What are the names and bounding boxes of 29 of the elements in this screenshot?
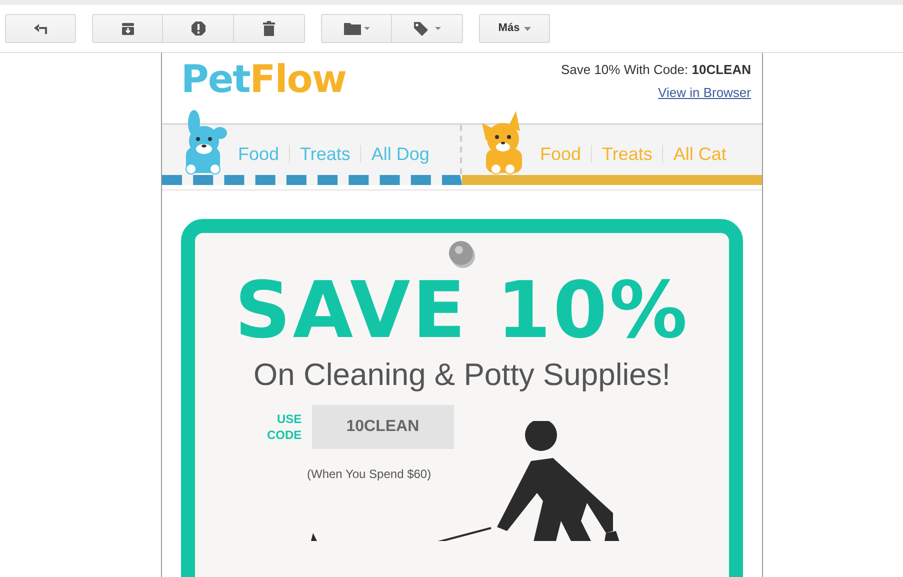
back-button[interactable] [5, 14, 76, 43]
nav-link[interactable]: Food [238, 140, 280, 168]
folder-icon [344, 22, 370, 35]
archive-box-icon [120, 22, 134, 36]
delete-button[interactable] [234, 14, 305, 43]
tag-icon [413, 21, 441, 36]
nav-link[interactable]: All Dog [371, 140, 430, 168]
caret-icon [524, 26, 531, 30]
promo-code-text: Save 10% With Code: 10CLEAN [560, 61, 751, 79]
promo-code: 10CLEAN [312, 405, 454, 449]
archive-button[interactable] [92, 14, 163, 43]
labels-button[interactable] [392, 14, 463, 43]
move-to-button[interactable] [321, 14, 392, 43]
view-in-browser-link[interactable]: View in Browser [658, 82, 751, 102]
nav-link[interactable]: All Cat [673, 140, 726, 168]
report-spam-button[interactable] [163, 14, 234, 43]
more-button[interactable]: Más [479, 14, 550, 43]
nav-link[interactable]: Treats [602, 140, 652, 168]
nav-link[interactable]: Food [540, 140, 582, 168]
pin-icon [447, 239, 477, 269]
use-code-label: USE CODE [267, 411, 302, 443]
headline: SAVE 10% [234, 271, 690, 351]
back-arrow-icon [32, 22, 48, 34]
trash-icon [263, 21, 275, 36]
petflow-logo: PetFlow [181, 57, 346, 103]
nav-link[interactable]: Treats [300, 140, 350, 168]
spend-condition: (When You Spend $60) [307, 466, 432, 483]
subtitle: On Cleaning & Potty Supplies! [253, 356, 671, 394]
spam-warning-icon [190, 21, 206, 36]
